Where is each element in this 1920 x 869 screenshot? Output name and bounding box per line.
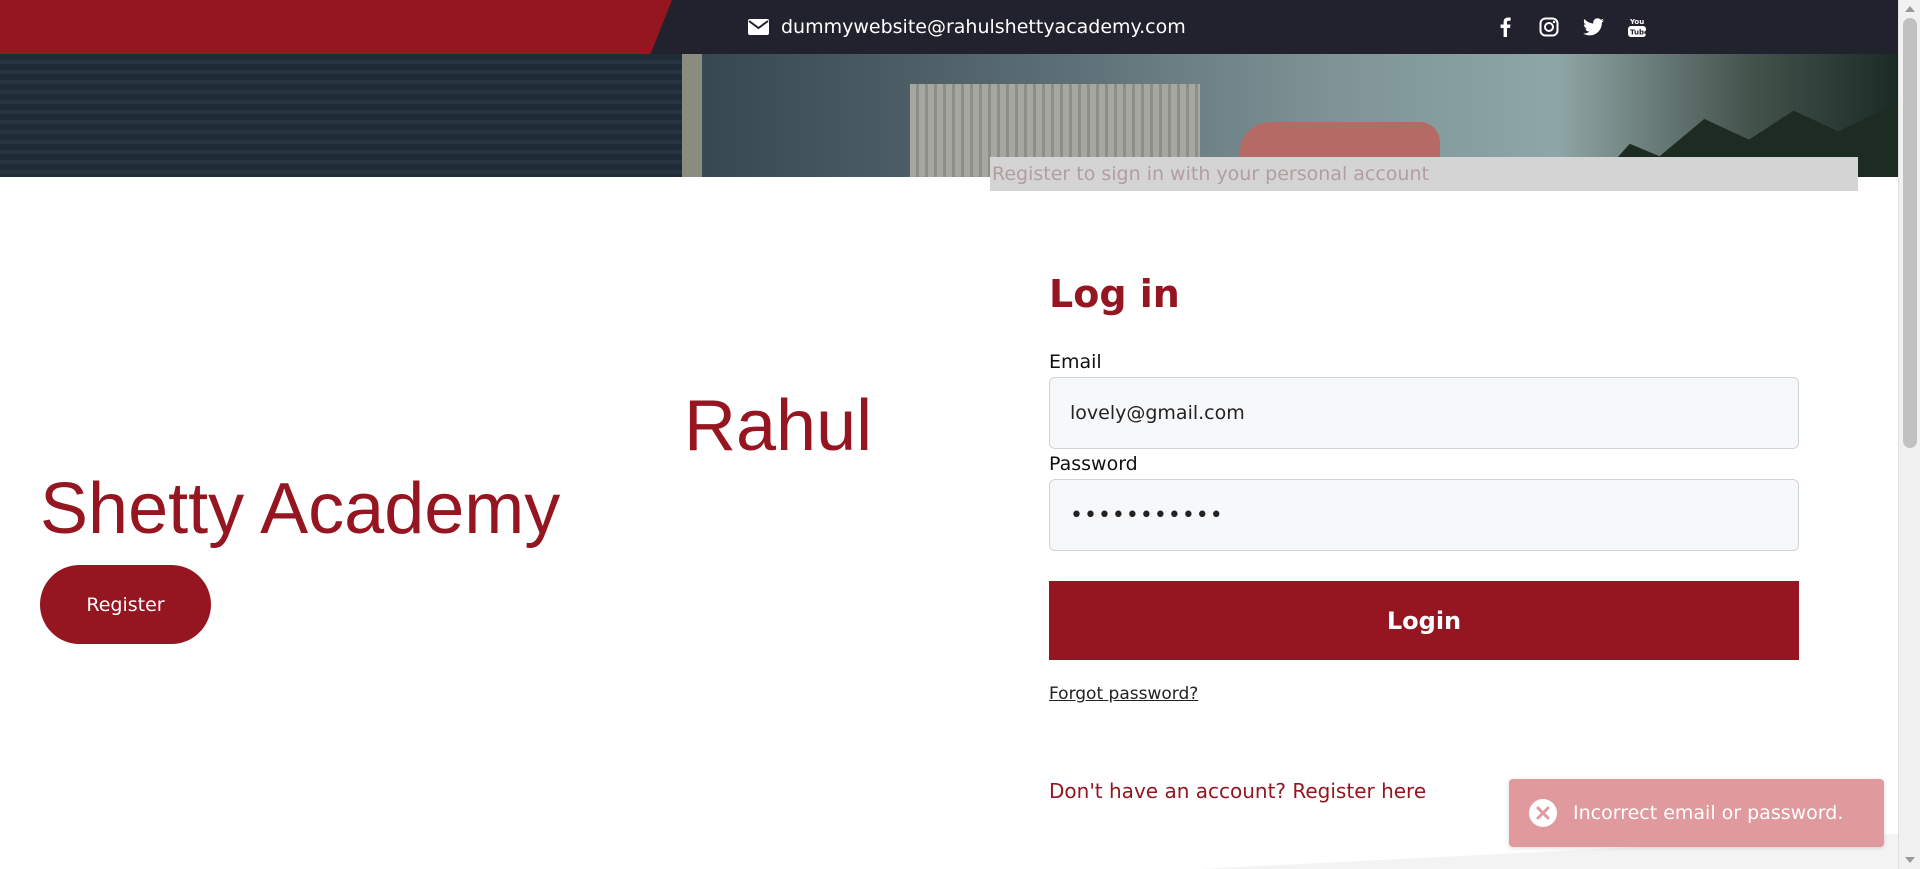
instagram-icon[interactable] [1538,16,1560,38]
scroll-down-arrow-icon[interactable] [1905,857,1915,863]
facebook-icon[interactable] [1494,16,1516,38]
svg-text:You: You [1629,18,1644,26]
social-links: You Tube [1494,0,1648,54]
contact-email: dummywebsite@rahulshettyacademy.com [748,0,1186,54]
login-title: Log in [1049,272,1180,316]
youtube-icon[interactable]: You Tube [1626,16,1648,38]
brand-name-line2: Shetty Academy [40,469,561,549]
scroll-thumb[interactable] [1903,18,1917,448]
error-x-icon [1529,799,1557,827]
forgot-password-link[interactable]: Forgot password? [1049,684,1198,704]
register-here-link[interactable]: Don't have an account? Register here [1049,779,1426,803]
svg-text:Tube: Tube [1630,29,1647,37]
password-field[interactable] [1049,479,1799,551]
top-bar: dummywebsite@rahulshettyacademy.com You T… [0,0,1898,54]
vertical-scrollbar[interactable] [1898,0,1920,869]
login-button[interactable]: Login [1049,581,1799,660]
top-bar-accent [0,0,672,54]
password-label: Password [1049,453,1138,475]
contact-email-text: dummywebsite@rahulshettyacademy.com [781,16,1186,38]
error-toast[interactable]: Incorrect email or password. [1509,779,1884,847]
twitter-icon[interactable] [1582,16,1604,38]
toast-message: Incorrect email or password. [1573,802,1844,824]
register-hint-text: Register to sign in with your personal a… [990,157,1858,191]
brand-name-line1: Rahul [684,386,873,466]
register-button[interactable]: Register [40,565,211,644]
scroll-up-arrow-icon[interactable] [1905,6,1915,12]
envelope-icon [748,19,769,35]
email-label: Email [1049,351,1102,373]
email-field[interactable] [1049,377,1799,449]
